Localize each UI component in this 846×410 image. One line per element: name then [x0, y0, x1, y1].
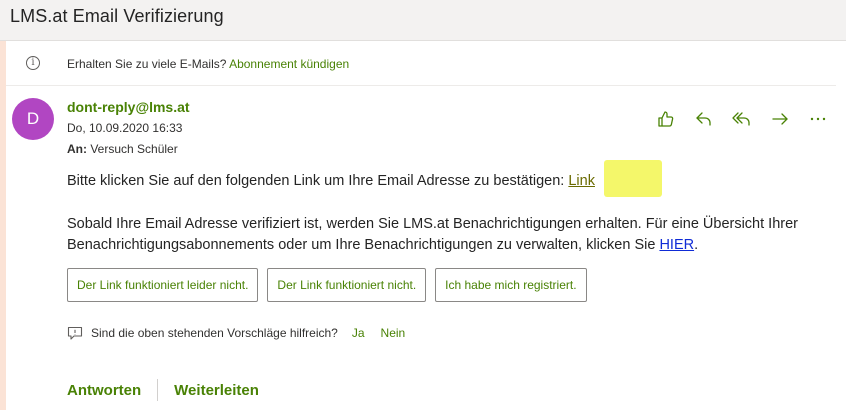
feedback-icon — [67, 326, 83, 340]
body-paragraph-end: . — [694, 237, 699, 253]
verification-link[interactable]: Link — [568, 173, 595, 189]
hier-link[interactable]: HIER — [659, 237, 694, 253]
body-paragraph: Sobald Ihre Email Adresse verifiziert is… — [67, 214, 837, 256]
info-message: Erhalten Sie zu viele E-Mails? — [67, 57, 227, 71]
feedback-no[interactable]: Nein — [381, 326, 406, 340]
more-icon — [810, 117, 826, 121]
reply-bar: Antworten Weiterleiten — [67, 379, 259, 401]
more-button[interactable] — [807, 108, 829, 130]
info-row: i Erhalten Sie zu viele E-Mails? Abonnem… — [6, 41, 836, 86]
suggestion-button-1[interactable]: Der Link funktioniert leider nicht. — [67, 268, 259, 302]
recipient-line: An: Versuch Schüler — [67, 142, 178, 156]
sender-avatar: D — [12, 98, 54, 140]
forward-link[interactable]: Weiterleiten — [174, 382, 259, 399]
body-line-1-text: Bitte klicken Sie auf den folgenden Link… — [67, 173, 565, 189]
recipient-name[interactable]: Versuch Schüler — [90, 142, 177, 156]
message-actions — [655, 108, 829, 130]
reply-button[interactable] — [693, 108, 715, 130]
info-text: Erhalten Sie zu viele E-Mails? Abonnemen… — [67, 57, 349, 71]
recipient-label: An: — [67, 142, 87, 156]
feedback-yes[interactable]: Ja — [352, 326, 365, 340]
like-button[interactable] — [655, 108, 677, 130]
forward-icon — [772, 113, 788, 125]
thumbs-up-icon — [658, 111, 674, 127]
reply-all-icon — [732, 112, 750, 126]
email-subject: LMS.at Email Verifizierung — [10, 6, 224, 26]
suggested-replies: Der Link funktioniert leider nicht. Der … — [67, 268, 587, 302]
sender-email[interactable]: dont-reply@lms.at — [67, 99, 190, 115]
feedback-question: Sind die oben stehenden Vorschläge hilfr… — [91, 326, 338, 340]
body-line-1: Bitte klicken Sie auf den folgenden Link… — [67, 173, 595, 189]
suggestion-button-3[interactable]: Ich habe mich registriert. — [435, 268, 587, 302]
info-icon: i — [26, 56, 40, 70]
suggestion-feedback: Sind die oben stehenden Vorschläge hilfr… — [67, 326, 405, 340]
suggestion-button-2[interactable]: Der Link funktioniert nicht. — [267, 268, 427, 302]
reply-separator — [157, 379, 159, 401]
reply-icon — [696, 112, 711, 126]
reply-all-button[interactable] — [731, 108, 753, 130]
sent-date: Do, 10.09.2020 16:33 — [67, 121, 183, 135]
forward-button[interactable] — [769, 108, 791, 130]
subject-bar: LMS.at Email Verifizierung — [0, 0, 846, 41]
link-highlight — [604, 160, 662, 197]
unsubscribe-link[interactable]: Abonnement kündigen — [229, 57, 349, 71]
reply-link[interactable]: Antworten — [67, 382, 141, 399]
